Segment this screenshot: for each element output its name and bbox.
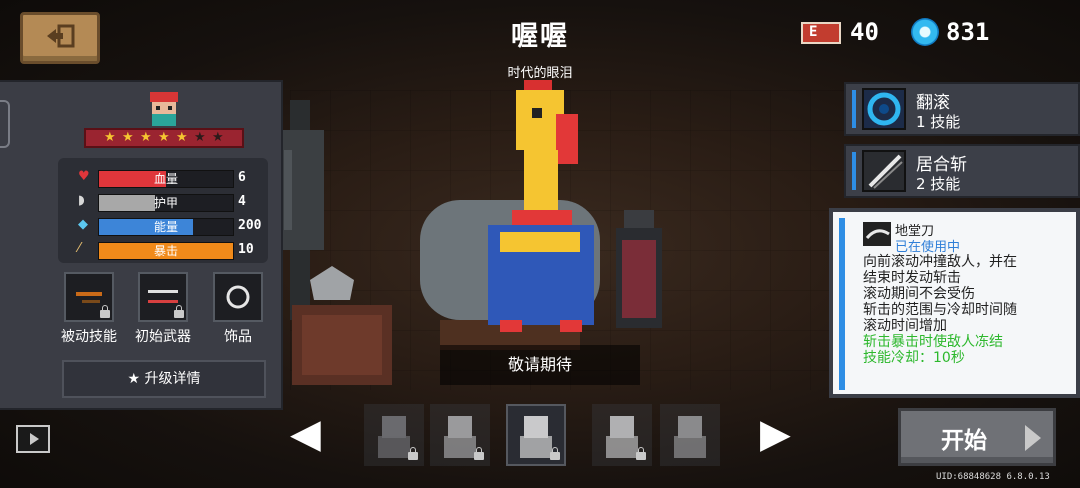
stat-row: ⁄ 暴击 10	[58, 240, 268, 260]
play-triangle-icon	[1025, 425, 1041, 451]
start-label: 开始	[941, 428, 987, 454]
stat-bar: 血量	[98, 170, 234, 188]
replay-video-button[interactable]	[16, 425, 50, 453]
skill-name: 翻滚	[916, 93, 950, 113]
skill-accent	[852, 90, 856, 128]
skill-card-iai-slash[interactable]: 居合斩 2 技能	[844, 144, 1080, 198]
passive-skill-label: 被动技能	[61, 329, 117, 345]
prev-skin-arrow[interactable]: ◀	[290, 412, 321, 456]
stat-value: 4	[238, 194, 246, 209]
stat-row: ◗ 护甲 4	[58, 192, 268, 212]
starting-weapon-label: 初始武器	[135, 329, 191, 345]
skill-in-use-status: 已在使用中	[895, 240, 961, 255]
skill-description-line: 向前滚动冲撞敌人，并在	[863, 254, 1017, 270]
accessory-label: 饰品	[224, 329, 252, 345]
ring-icon	[226, 285, 250, 309]
passive-skill-slot[interactable]	[64, 272, 114, 322]
skill-accent	[852, 152, 856, 190]
stat-label: 暴击	[153, 244, 178, 258]
hero-avatar	[150, 92, 178, 126]
jar-prop	[616, 210, 662, 328]
lock-icon	[474, 447, 484, 460]
star-filled-icon: ★	[176, 130, 188, 145]
iai-slash-skill-icon	[862, 150, 906, 192]
gem-value: 831	[946, 18, 990, 46]
energy-currency-icon: E	[801, 22, 841, 44]
skill-description-line: 滚动期间不会受伤	[863, 286, 975, 302]
lock-icon	[408, 447, 418, 460]
skill-bonus-line: 技能冷却：10秒	[863, 350, 965, 366]
heart-icon: ♥	[78, 169, 90, 184]
stat-label: 血量	[153, 172, 178, 186]
lock-icon	[636, 447, 646, 460]
starting-weapon-slot[interactable]	[138, 272, 188, 322]
skin-thumb-rubber-chicken-character[interactable]	[506, 404, 566, 466]
stat-value: 6	[238, 170, 246, 185]
skill-description-line: 滚动时间增加	[863, 318, 947, 334]
skin-thumb-ghost-character[interactable]	[660, 404, 720, 466]
stat-bar: 能量	[98, 218, 234, 236]
star-empty-icon: ★	[194, 130, 206, 145]
star-filled-icon: ★	[140, 130, 152, 145]
lock-icon	[550, 447, 560, 460]
skin-name: 时代的眼泪	[507, 66, 573, 81]
skin-thumb-armored-character[interactable]	[430, 404, 490, 466]
rubber-chicken-sprite	[488, 80, 594, 332]
lock-icon	[100, 305, 110, 318]
stat-value: 200	[238, 218, 262, 233]
ground-blade-skill-icon	[863, 222, 891, 246]
skill-detail-card: 地堂刀 已在使用中 向前滚动冲撞敌人，并在 结束时发动斩击 滚动期间不会受伤 斩击的范…	[829, 208, 1080, 398]
stat-value: 10	[238, 242, 254, 257]
stat-row: ◆ 能量 200	[58, 216, 268, 236]
star-rating: ★ ★ ★ ★ ★ ★ ★	[84, 128, 244, 148]
energy-crystal-icon: ◆	[78, 217, 88, 232]
upgrade-details-button[interactable]: ★ 升级详情	[62, 360, 266, 398]
skill-description-line: 结束时发动斩击	[863, 270, 961, 286]
skill-bonus-line: 斩击暴击时使敌人冻结	[863, 334, 1003, 350]
skill-slot-label: 2 技能	[916, 175, 961, 193]
stats-box: ♥ 血量 6 ◗ 护甲 4 ◆ 能量 200 ⁄ 暴击 10	[58, 158, 268, 263]
uid-version-text: UID:68848628 6.8.0.13	[936, 472, 1050, 482]
stat-bar: 护甲	[98, 194, 234, 212]
star-empty-icon: ★	[212, 130, 224, 145]
crit-blade-icon: ⁄	[78, 241, 81, 256]
stat-row: ♥ 血量 6	[58, 168, 268, 188]
accessory-slot[interactable]	[213, 272, 263, 322]
skill-name: 居合斩	[916, 155, 967, 175]
shield-icon: ◗	[78, 193, 85, 208]
ghost-character-icon	[674, 416, 706, 458]
roll-skill-icon	[862, 88, 906, 130]
skin-thumb-hooded-character[interactable]	[364, 404, 424, 466]
skin-thumb-box-character[interactable]	[592, 404, 652, 466]
panel-collapse-tab[interactable]	[0, 100, 10, 148]
armchair-prop	[292, 266, 392, 385]
energy-icon-letter: E	[809, 24, 818, 40]
skill-slot-label: 1 技能	[916, 113, 961, 131]
skill-description: 向前滚动冲撞敌人，并在 结束时发动斩击 滚动期间不会受伤 斩击的范围与冷却时间随 滚动时…	[863, 254, 1078, 366]
gem-icon	[911, 18, 939, 46]
star-filled-icon: ★	[158, 130, 170, 145]
skill-description-line: 斩击的范围与冷却时间随	[863, 302, 1017, 318]
coming-soon-banner: 敬请期待	[440, 345, 640, 385]
stat-bar: 暴击	[98, 242, 234, 260]
energy-value: 40	[850, 18, 879, 46]
skill-card-roll[interactable]: 翻滚 1 技能	[844, 82, 1080, 136]
lock-icon	[174, 305, 184, 318]
star-filled-icon: ★	[104, 130, 116, 145]
stat-label: 能量	[153, 220, 178, 234]
skill-accent	[839, 218, 845, 390]
start-button[interactable]: 开始	[898, 408, 1056, 466]
star-filled-icon: ★	[122, 130, 134, 145]
next-skin-arrow[interactable]: ▶	[760, 412, 791, 456]
stat-label: 护甲	[153, 196, 178, 210]
